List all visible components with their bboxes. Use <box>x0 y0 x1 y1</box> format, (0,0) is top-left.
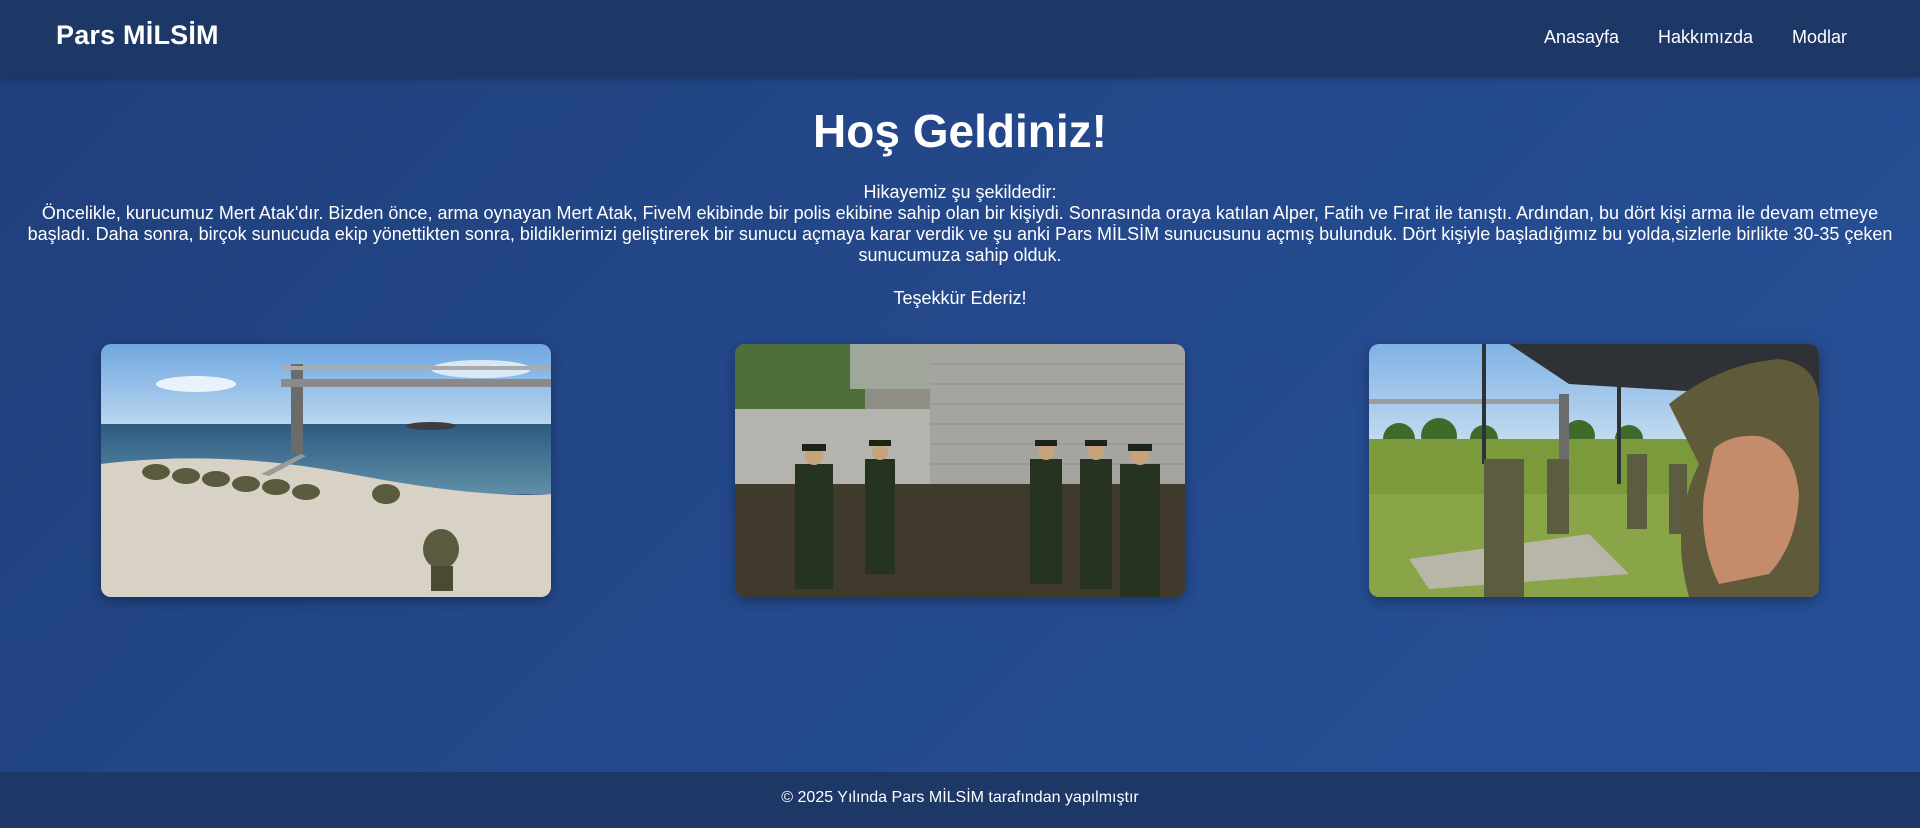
footer-copyright: © 2025 Yılında Pars MİLSİM tarafından ya… <box>781 789 1139 806</box>
nav-link-anasayfa[interactable]: Anasayfa <box>1544 27 1619 48</box>
story-intro: Hikayemiz şu şekildedir: <box>863 182 1057 202</box>
thanks-text: Teşekkür Ederiz! <box>893 288 1027 308</box>
shooting-range-photo <box>1369 344 1819 597</box>
beach-training-photo <box>101 344 551 597</box>
story-text: Hikayemiz şu şekildedir: Öncelikle, kuru… <box>20 182 1900 266</box>
nav-link-hakkimizda[interactable]: Hakkımızda <box>1658 27 1753 48</box>
navbar: Pars MİLSİM Anasayfa Hakkımızda Modlar <box>0 0 1920 77</box>
nav-link-modlar[interactable]: Modlar <box>1792 27 1847 48</box>
brand-logo[interactable]: Pars MİLSİM <box>56 20 219 51</box>
page-title: Hoş Geldiniz! <box>813 105 1107 157</box>
officers-ceremony-photo <box>735 344 1185 597</box>
footer: © 2025 Yılında Pars MİLSİM tarafından ya… <box>0 772 1920 828</box>
story-body: Öncelikle, kurucumuz Mert Atak'dır. Bizd… <box>27 203 1893 265</box>
